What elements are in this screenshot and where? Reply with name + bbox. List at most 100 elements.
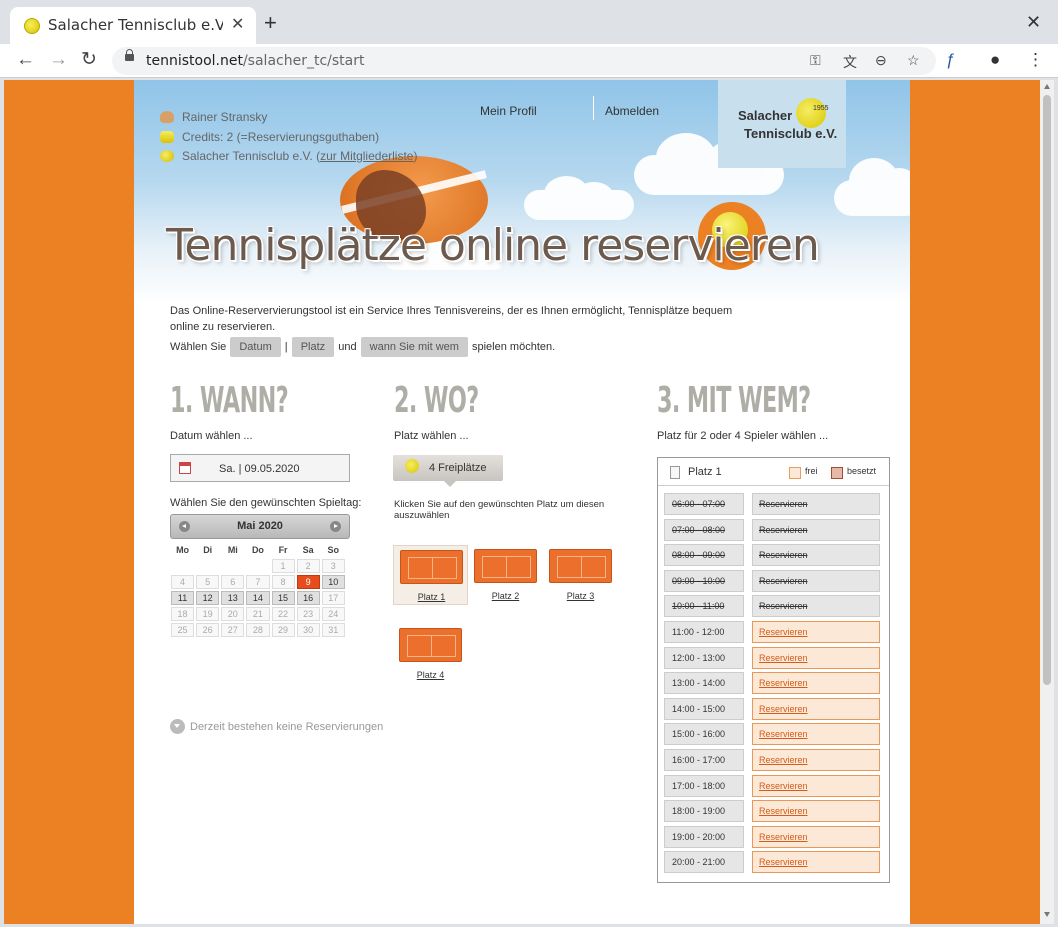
calendar-day: 21 — [246, 607, 270, 621]
calendar-day: 20 — [221, 607, 245, 621]
weekday-header: Fr — [278, 545, 288, 555]
page-scrollbar[interactable] — [1040, 80, 1054, 924]
slot-time: 15:00 - 16:00 — [664, 723, 744, 746]
back-icon[interactable]: ← — [16, 50, 35, 70]
court-help-text: Klicken Sie auf den gewünschten Platz um… — [394, 499, 605, 521]
calendar-day[interactable]: 14 — [246, 591, 270, 605]
calendar-day: 3 — [321, 559, 345, 573]
reserve-link[interactable]: Reservieren — [752, 621, 880, 643]
calendar-day: 5 — [196, 575, 220, 589]
reserve-link: Reservieren — [752, 493, 880, 515]
reload-icon[interactable]: ↻ — [81, 50, 97, 70]
slot-time: 17:00 - 18:00 — [664, 774, 744, 797]
calendar-day[interactable]: 16 — [296, 591, 320, 605]
calendar-day: 6 — [221, 575, 245, 589]
forward-icon[interactable]: → — [49, 50, 68, 70]
court-platz-2[interactable]: Platz 2 — [468, 545, 543, 605]
intro-steps: Wählen Sie Datum | Platz und wann Sie mi… — [170, 337, 555, 357]
user-icon — [160, 111, 174, 123]
intro-text: Das Online-Reservervierungstool ist ein … — [170, 305, 733, 333]
calendar-day[interactable]: 13 — [221, 591, 245, 605]
window-close-icon[interactable]: ✕ — [1026, 12, 1041, 33]
zoom-out-icon[interactable]: ⊖ — [875, 52, 887, 69]
date-field[interactable]: Sa. | 09.05.2020 — [170, 454, 350, 482]
court-platz-4[interactable]: Platz 4 — [393, 624, 468, 684]
weekday-header: Sa — [302, 545, 314, 555]
reserve-link[interactable]: Reservieren — [752, 723, 880, 746]
calendar-day: 18 — [171, 607, 195, 621]
step1-title: 1. WANN? — [170, 380, 289, 421]
calendar-day[interactable]: 11 — [171, 591, 195, 605]
scroll-down-icon[interactable] — [1044, 912, 1050, 917]
prev-month-icon[interactable] — [179, 521, 190, 532]
weekday-header: Mo — [176, 545, 190, 555]
browser-tab[interactable]: Salacher Tennisclub e.V. | ✕ — [10, 7, 256, 44]
calendar-day: 27 — [221, 623, 245, 637]
reserve-link[interactable]: Reservieren — [752, 672, 880, 695]
key-icon[interactable]: ⚿ — [810, 52, 821, 69]
more-vert-icon[interactable]: ⋮ — [1027, 50, 1044, 70]
calendar-day[interactable]: 10 — [321, 575, 345, 589]
reserve-link[interactable]: Reservieren — [752, 851, 880, 874]
date-value: Sa. | 09.05.2020 — [219, 463, 300, 475]
calendar-icon — [179, 462, 191, 474]
calendar-day[interactable]: 9 — [296, 575, 320, 589]
star-icon[interactable]: ☆ — [907, 52, 920, 69]
legend-busy-swatch — [831, 467, 843, 479]
address-bar[interactable]: tennistool.net/salacher_tc/start ⚿ 文 ⊖ ☆ — [112, 47, 936, 75]
court-platz-3[interactable]: Platz 3 — [543, 545, 618, 605]
page-content: Tennisplätze online reservieren Rainer S… — [134, 80, 910, 924]
calendar-day[interactable]: 12 — [196, 591, 220, 605]
calendar-day: 4 — [171, 575, 195, 589]
reserve-link[interactable]: Reservieren — [752, 774, 880, 797]
account-icon[interactable]: ● — [990, 50, 1000, 70]
calendar-day: 17 — [321, 591, 345, 605]
new-tab-icon[interactable]: + — [264, 12, 277, 34]
logout-link[interactable]: Abmelden — [605, 104, 659, 118]
tennis-ball-icon — [405, 459, 419, 473]
time-slot-row: 08:00 - 09:00 Reservieren — [664, 544, 880, 567]
profile-link[interactable]: Mein Profil — [480, 104, 537, 118]
tennis-court-icon — [400, 550, 463, 584]
document-icon — [670, 466, 680, 479]
club-logo[interactable]: 1955 Salacher Tennisclub e.V. — [718, 80, 846, 168]
reserve-link[interactable]: Reservieren — [752, 749, 880, 771]
slot-time: 12:00 - 13:00 — [664, 646, 744, 669]
tab-close-icon[interactable]: ✕ — [231, 14, 244, 34]
calendar-day: 24 — [321, 607, 345, 621]
club-row: Salacher Tennisclub e.V. (zur Mitglieder… — [160, 149, 417, 169]
scroll-thumb[interactable] — [1043, 95, 1051, 685]
time-slot-row: 10:00 - 11:00 Reservieren — [664, 595, 880, 618]
reserve-link[interactable]: Reservieren — [752, 646, 880, 669]
credits-row: Credits: 2 (=Reservierungsguthaben) — [160, 130, 417, 150]
time-slot-row: 11:00 - 12:00 Reservieren — [664, 621, 880, 643]
credits-text: Credits: 2 (=Reservierungsguthaben) — [182, 129, 380, 144]
tennis-court-icon — [474, 549, 537, 583]
members-list-link[interactable]: zur Mitgliederliste — [320, 149, 413, 163]
court-platz-1[interactable]: Platz 1 — [393, 545, 468, 605]
next-month-icon[interactable] — [330, 521, 341, 532]
cloud-decoration — [524, 176, 634, 220]
calendar-day: 30 — [296, 623, 320, 637]
reserve-link[interactable]: Reservieren — [752, 800, 880, 823]
calendar-grid: Mo Di Mi Do Fr Sa So 1 2 3 4 5 6 7 8 9 10 11 12 13 14 15 16 17 1… — [170, 542, 350, 638]
credits-icon — [160, 130, 174, 143]
calendar-day: 8 — [271, 575, 295, 589]
lock-icon[interactable] — [125, 49, 134, 61]
free-courts-button[interactable]: 4 Freiplätze — [393, 455, 503, 487]
reserve-link[interactable]: Reservieren — [752, 825, 880, 848]
extension-icon[interactable]: ƒ — [946, 50, 955, 70]
calendar-header: Mai 2020 — [170, 514, 350, 539]
calendar-label: Wählen Sie den gewünschten Spieltag: — [170, 497, 362, 509]
translate-icon[interactable]: 文 — [843, 52, 857, 72]
time-slot-row: 14:00 - 15:00 Reservieren — [664, 697, 880, 720]
slot-time: 14:00 - 15:00 — [664, 697, 744, 720]
club-name: Salacher Tennisclub e.V. ( — [182, 149, 321, 163]
scroll-up-icon[interactable] — [1044, 84, 1050, 89]
calendar-day[interactable]: 15 — [271, 591, 295, 605]
reserve-link[interactable]: Reservieren — [752, 697, 880, 720]
slot-time: 08:00 - 09:00 — [664, 544, 744, 567]
slot-time: 07:00 - 08:00 — [664, 518, 744, 541]
reservations-status[interactable]: Derzeit bestehen keine Reservierungen — [170, 719, 383, 734]
time-slot-row: 20:00 - 21:00 Reservieren — [664, 851, 880, 874]
